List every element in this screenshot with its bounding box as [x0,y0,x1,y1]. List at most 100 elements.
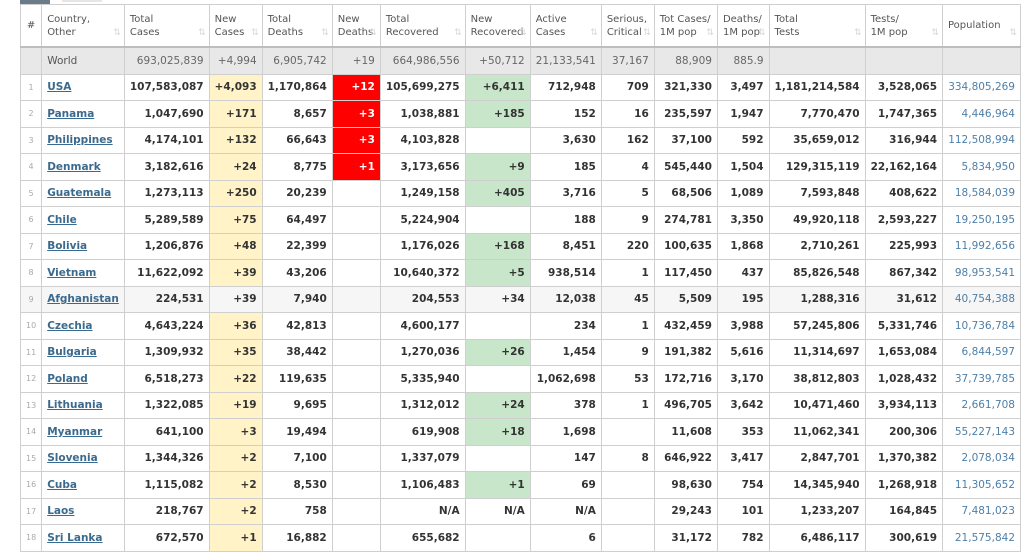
tab-inactive[interactable] [62,0,102,2]
country-link[interactable]: Guatemala [47,187,111,199]
column-header-new-deaths[interactable]: New Deaths ⇅ [331,4,381,48]
country-link[interactable]: Slovenia [47,452,98,464]
new-deaths [331,418,381,446]
deaths-per-million: 3,350 [716,206,770,234]
deaths-per-million: 195 [716,285,770,313]
header-label-line1: New [214,13,237,25]
total-deaths: 8,530 [261,471,333,499]
country-link[interactable]: Sri Lanka [47,532,102,544]
country-link[interactable]: Denmark [47,161,101,173]
total-deaths: 119,635 [261,365,333,393]
country-link[interactable]: Chile [47,214,77,226]
country-link[interactable]: Bolivia [47,240,87,252]
column-header-new-recovered[interactable]: New Recovered ⇅ [464,4,531,48]
row-index: 1 [19,73,43,101]
column-header-country[interactable]: Country, Other ⇅ [41,4,125,48]
new-recovered: +34 [464,285,531,313]
population: 2,661,708 [942,391,1021,419]
country-link[interactable]: USA [47,81,71,93]
country-link[interactable]: Afghanistan [47,293,119,305]
new-deaths [331,285,381,313]
population: 37,739,785 [942,365,1021,393]
tests-per-million: 316,944 [864,126,944,154]
country-link[interactable]: Poland [47,373,88,385]
population [942,46,1021,75]
cases-per-million: 274,781 [653,206,718,234]
column-header-cases-per-million[interactable]: Tot Cases/1M pop ⇅ [653,4,718,48]
new-deaths [331,365,381,393]
column-header-tests-per-million[interactable]: Tests/1M pop ⇅ [864,4,944,48]
country-cell: Bulgaria [41,338,125,366]
new-recovered: N/A [464,497,531,525]
total-tests: 6,486,117 [768,524,866,552]
sort-icon[interactable]: ⇅ [198,27,205,40]
country-link[interactable]: Panama [47,108,94,120]
column-header-new-cases[interactable]: New Cases ⇅ [208,4,263,48]
header-label-line2: Tests [774,26,800,38]
cases-per-million: 496,705 [653,391,718,419]
new-deaths [331,524,381,552]
total-recovered: 5,224,904 [379,206,466,234]
total-tests: 7,770,470 [768,100,866,128]
sort-icon[interactable]: ⇅ [369,27,376,40]
column-header-population[interactable]: Population ⇅ [942,4,1021,48]
new-recovered: +1 [464,471,531,499]
total-cases: 1,309,932 [123,338,210,366]
sort-icon[interactable]: ⇅ [519,27,526,40]
sort-icon[interactable]: ⇅ [321,27,328,40]
sort-icon[interactable]: ⇅ [454,27,461,40]
column-header-deaths-per-million[interactable]: Deaths/1M pop ⇅ [716,4,770,48]
row-index: 14 [19,418,43,446]
sort-icon[interactable]: ⇅ [643,27,650,40]
country-link[interactable]: Myanmar [47,426,102,438]
header-label-line1: Total [129,13,154,25]
country-cell: Laos [41,497,125,525]
new-recovered: +6,411 [464,73,531,101]
header-label-line1: Deaths/ [722,13,762,25]
cases-per-million: 235,597 [653,100,718,128]
total-tests: 1,181,214,584 [768,73,866,101]
deaths-per-million: 754 [716,471,770,499]
sort-icon[interactable]: ⇅ [251,27,258,40]
sort-icon[interactable]: ⇅ [113,27,120,40]
population: 11,992,656 [942,232,1021,260]
total-cases: 4,643,224 [123,312,210,340]
serious-critical [600,418,655,446]
country-link[interactable]: Bulgaria [47,346,97,358]
country-link[interactable]: Cuba [47,479,77,491]
column-header-total-deaths[interactable]: Total Deaths ⇅ [261,4,333,48]
header-label-line2: Recovered [470,26,524,38]
world-row: World 693,025,839 +4,994 6,905,742 +19 6… [19,46,1021,75]
country-link[interactable]: Laos [47,505,74,517]
sort-icon[interactable]: ⇅ [706,27,713,40]
column-header-total-cases[interactable]: Total Cases ⇅ [123,4,210,48]
country-link[interactable]: Czechia [47,320,92,332]
column-header-total-tests[interactable]: Total Tests ⇅ [768,4,866,48]
total-recovered: 5,335,940 [379,365,466,393]
new-cases: +24 [208,153,263,181]
deaths-per-million: 592 [716,126,770,154]
total-cases: 1,344,326 [123,444,210,472]
country-link[interactable]: Philippines [47,134,112,146]
new-deaths [331,497,381,525]
total-deaths: 42,813 [261,312,333,340]
column-header-active-cases[interactable]: Active Cases ⇅ [529,4,602,48]
sort-icon[interactable]: ⇅ [590,27,597,40]
sort-icon[interactable]: ⇅ [931,27,938,40]
serious-critical: 5 [600,179,655,207]
total-cases: 107,583,087 [123,73,210,101]
country-link[interactable]: Lithuania [47,399,103,411]
column-header-total-recovered[interactable]: Total Recovered ⇅ [379,4,466,48]
header-row: # Country, Other ⇅ Total Cases ⇅ New Cases ⇅ Total… [19,4,1021,48]
new-deaths: +3 [331,100,381,128]
total-recovered: 1,038,881 [379,100,466,128]
deaths-per-million: 1,868 [716,232,770,260]
sort-icon[interactable]: ⇅ [1009,27,1016,40]
sort-icon[interactable]: ⇅ [758,27,765,40]
column-header-serious-critical[interactable]: Serious, Critical ⇅ [600,4,655,48]
table-row: 12 Poland 6,518,273 +22 119,635 5,335,940 1,06… [19,365,1021,393]
sort-icon[interactable]: ⇅ [854,27,861,40]
country-link[interactable]: Vietnam [47,267,96,279]
row-index: 6 [19,206,43,234]
total-cases: 641,100 [123,418,210,446]
